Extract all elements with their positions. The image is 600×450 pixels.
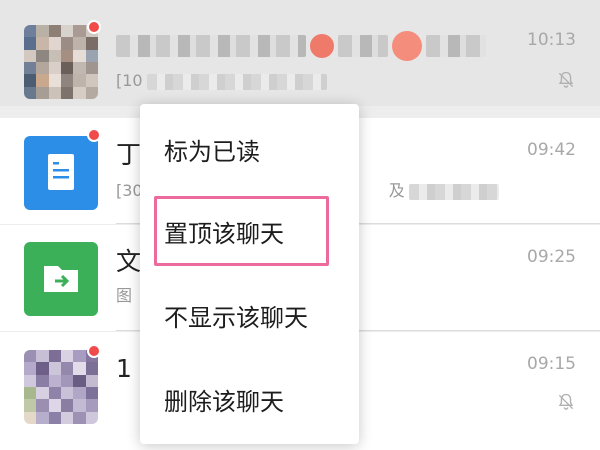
chat-preview: [10 xyxy=(116,70,327,92)
folder-avatar xyxy=(24,242,98,316)
unread-dot xyxy=(87,344,101,358)
chat-preview: 图 xyxy=(116,286,133,305)
group-avatar-mosaic xyxy=(24,25,98,99)
chat-title: 1 xyxy=(116,354,132,383)
context-menu: 标为已读 置顶该聊天 不显示该聊天 删除该聊天 xyxy=(140,104,359,444)
document-avatar xyxy=(24,136,98,210)
chat-time: 09:15 xyxy=(527,354,576,374)
unread-dot xyxy=(87,128,101,142)
chat-time: 09:25 xyxy=(527,247,576,267)
unread-dot xyxy=(87,20,101,34)
mute-bell-icon xyxy=(558,393,574,410)
chat-row-1[interactable]: [10 10:13 xyxy=(0,0,600,106)
menu-item-pin-chat[interactable]: 置顶该聊天 xyxy=(140,204,359,264)
menu-item-hide-chat[interactable]: 不显示该聊天 xyxy=(140,288,359,348)
folder-transfer-icon xyxy=(44,266,78,292)
mute-bell-icon xyxy=(558,71,574,88)
menu-item-delete-chat[interactable]: 删除该聊天 xyxy=(140,372,359,432)
avatar xyxy=(24,25,98,99)
chat-title xyxy=(116,28,486,62)
group-avatar-mosaic xyxy=(24,350,98,424)
chat-time: 09:42 xyxy=(527,140,576,160)
chat-title: 丁 xyxy=(116,140,142,169)
document-icon xyxy=(48,154,74,190)
avatar xyxy=(24,350,98,424)
menu-item-mark-read[interactable]: 标为已读 xyxy=(140,122,359,182)
chat-title: 文 xyxy=(116,247,142,276)
chat-time: 10:13 xyxy=(527,30,576,50)
